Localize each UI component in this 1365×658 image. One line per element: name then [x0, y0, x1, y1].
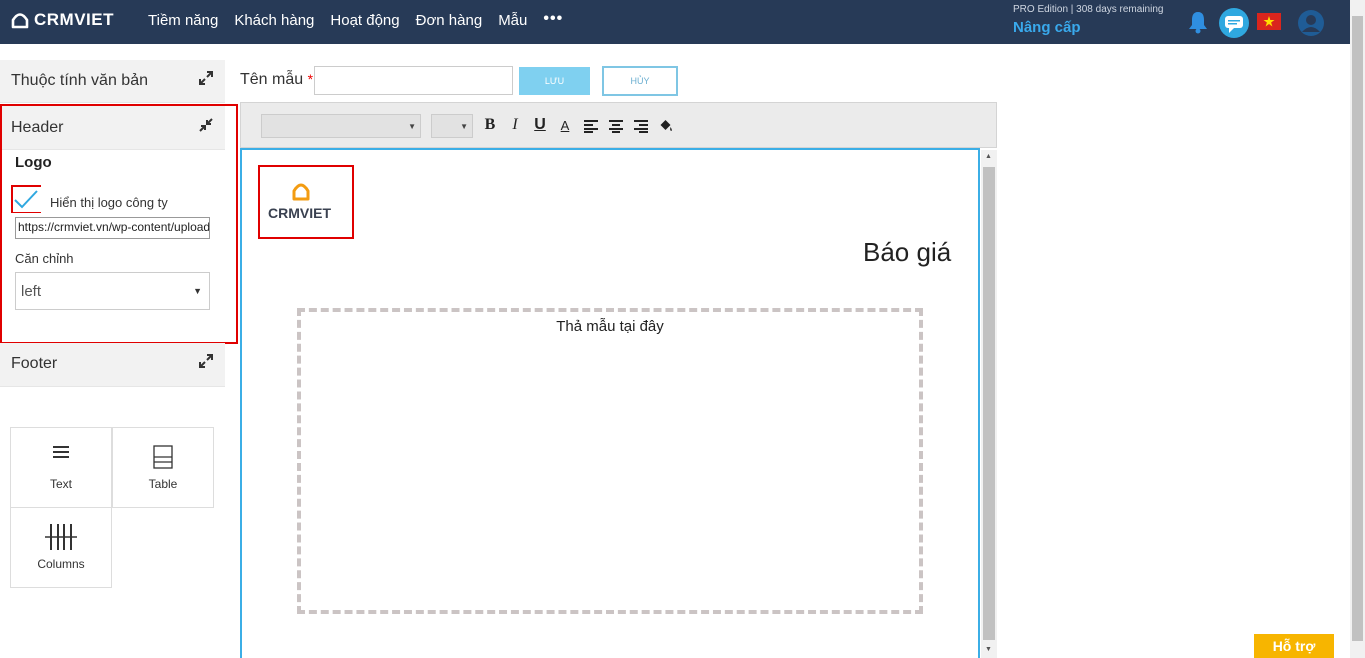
flag-star-icon [1263, 16, 1275, 27]
show-logo-label: Hiển thị logo công ty [50, 195, 168, 210]
columns-block[interactable]: Columns [10, 507, 112, 588]
page-scrollbar[interactable] [1350, 0, 1365, 658]
font-family-select[interactable]: ▼ [261, 114, 421, 138]
edition-info: PRO Edition | 308 days remaining [1013, 4, 1164, 15]
paint-bucket-icon[interactable] [657, 118, 675, 134]
required-mark: * [307, 71, 314, 87]
nav-item-leads[interactable]: Tiềm năng [148, 12, 218, 29]
bell-icon[interactable] [1187, 10, 1209, 34]
drop-zone[interactable]: Thả mẫu tại đây [297, 308, 923, 614]
table-block[interactable]: Table [112, 427, 214, 508]
company-logo-text: CRMVIET [268, 205, 331, 221]
brand-logo[interactable]: CRMVIET [10, 10, 114, 30]
canvas-scrollbar[interactable]: ▲ ▼ [981, 150, 997, 658]
font-color-button[interactable]: A [556, 118, 574, 133]
logo-heading: Logo [15, 154, 52, 171]
font-size-select[interactable]: ▼ [431, 114, 473, 138]
editor-toolbar: ▼ ▼ B I U A [240, 102, 997, 148]
chevron-down-icon: ▼ [408, 122, 416, 131]
company-logo-wordmark: CRMVIET [268, 205, 331, 221]
checkmark-icon [11, 185, 46, 214]
expand-icon[interactable] [199, 71, 213, 85]
template-name-label: Tên mẫu * [240, 71, 313, 89]
nav-item-templates[interactable]: Mẫu [498, 12, 527, 29]
columns-icon [45, 524, 77, 550]
chevron-down-icon: ▼ [193, 286, 202, 296]
crmviet-logo-icon [11, 13, 29, 29]
chat-bubble-icon [1225, 16, 1243, 33]
underline-button[interactable]: U [531, 116, 549, 134]
show-logo-checkbox[interactable] [11, 185, 46, 214]
nav-item-orders[interactable]: Đơn hàng [416, 12, 483, 29]
scroll-up-arrow-icon[interactable]: ▲ [985, 153, 992, 160]
table-icon [153, 445, 173, 469]
align-label: Căn chỉnh [15, 251, 74, 266]
align-left-icon[interactable] [582, 119, 600, 133]
company-logo-frame[interactable]: CRMVIET [258, 165, 354, 239]
text-block[interactable]: Text [10, 427, 112, 508]
support-button[interactable]: Hỗ trợ [1254, 634, 1334, 658]
expand-icon[interactable] [199, 354, 213, 368]
top-navbar: CRMVIET Tiềm năng Khách hàng Hoạt động Đ… [0, 0, 1350, 44]
logo-url-input[interactable]: https://crmviet.vn/wp-content/uploads [15, 217, 210, 239]
scroll-down-arrow-icon[interactable]: ▼ [985, 646, 992, 653]
template-name-input[interactable] [314, 66, 513, 95]
upgrade-link[interactable]: Nâng cấp [1013, 19, 1081, 36]
vietnam-flag-icon[interactable] [1257, 13, 1281, 30]
canvas-scrollbar-thumb[interactable] [983, 167, 995, 640]
text-block-label: Text [49, 477, 72, 491]
nav-item-activities[interactable]: Hoạt động [330, 12, 399, 29]
align-select-value: left [21, 283, 42, 300]
italic-button[interactable]: I [506, 116, 524, 134]
text-lines-icon [53, 446, 69, 458]
chat-icon[interactable] [1219, 8, 1249, 38]
properties-section[interactable]: Thuộc tính văn bản [0, 60, 225, 103]
document-title[interactable]: Báo giá [863, 237, 951, 268]
save-button[interactable]: LƯU [519, 67, 590, 95]
align-select[interactable]: left ▼ [15, 272, 210, 310]
drop-zone-text: Thả mẫu tại đây [556, 318, 664, 335]
page-scrollbar-thumb[interactable] [1352, 16, 1363, 641]
nav-item-customers[interactable]: Khách hàng [234, 12, 314, 29]
bold-button[interactable]: B [481, 116, 499, 134]
footer-title: Footer [11, 355, 58, 372]
align-right-icon[interactable] [632, 119, 650, 133]
cancel-button[interactable]: HỦY [602, 66, 678, 96]
align-center-icon[interactable] [607, 119, 625, 133]
main-nav: Tiềm năng Khách hàng Hoạt động Đơn hàng … [148, 10, 563, 29]
more-menu-icon[interactable]: ••• [543, 10, 563, 29]
template-name-text: Tên mẫu [240, 71, 304, 88]
brand-name: CRMVIET [34, 10, 114, 29]
footer-section[interactable]: Footer [0, 343, 225, 387]
company-logo-icon [292, 183, 310, 201]
user-avatar-icon[interactable] [1297, 9, 1325, 37]
block-palette: Text Table Columns [10, 427, 215, 588]
chevron-down-icon: ▼ [460, 122, 468, 131]
table-block-label: Table [148, 477, 178, 491]
properties-title: Thuộc tính văn bản [11, 72, 148, 89]
columns-block-label: Columns [37, 557, 85, 571]
